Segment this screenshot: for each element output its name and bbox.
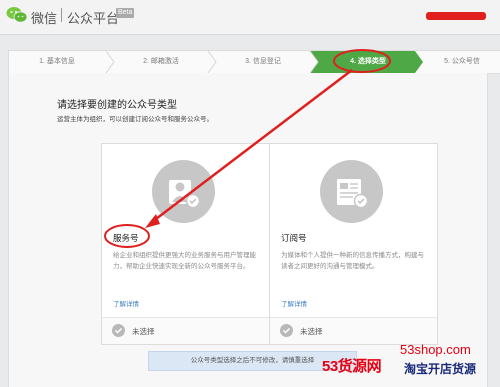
watermark-slogan: 淘宝开店货源 [404,362,477,376]
annotation-circle-step [333,49,391,73]
watermark-url: 53shop.com [400,342,471,357]
watermark-brand: 53货源网 [322,358,382,375]
annotation-circle-service [104,224,150,248]
annotation-arrow-line [151,69,353,223]
annotation-overlay [104,49,391,248]
